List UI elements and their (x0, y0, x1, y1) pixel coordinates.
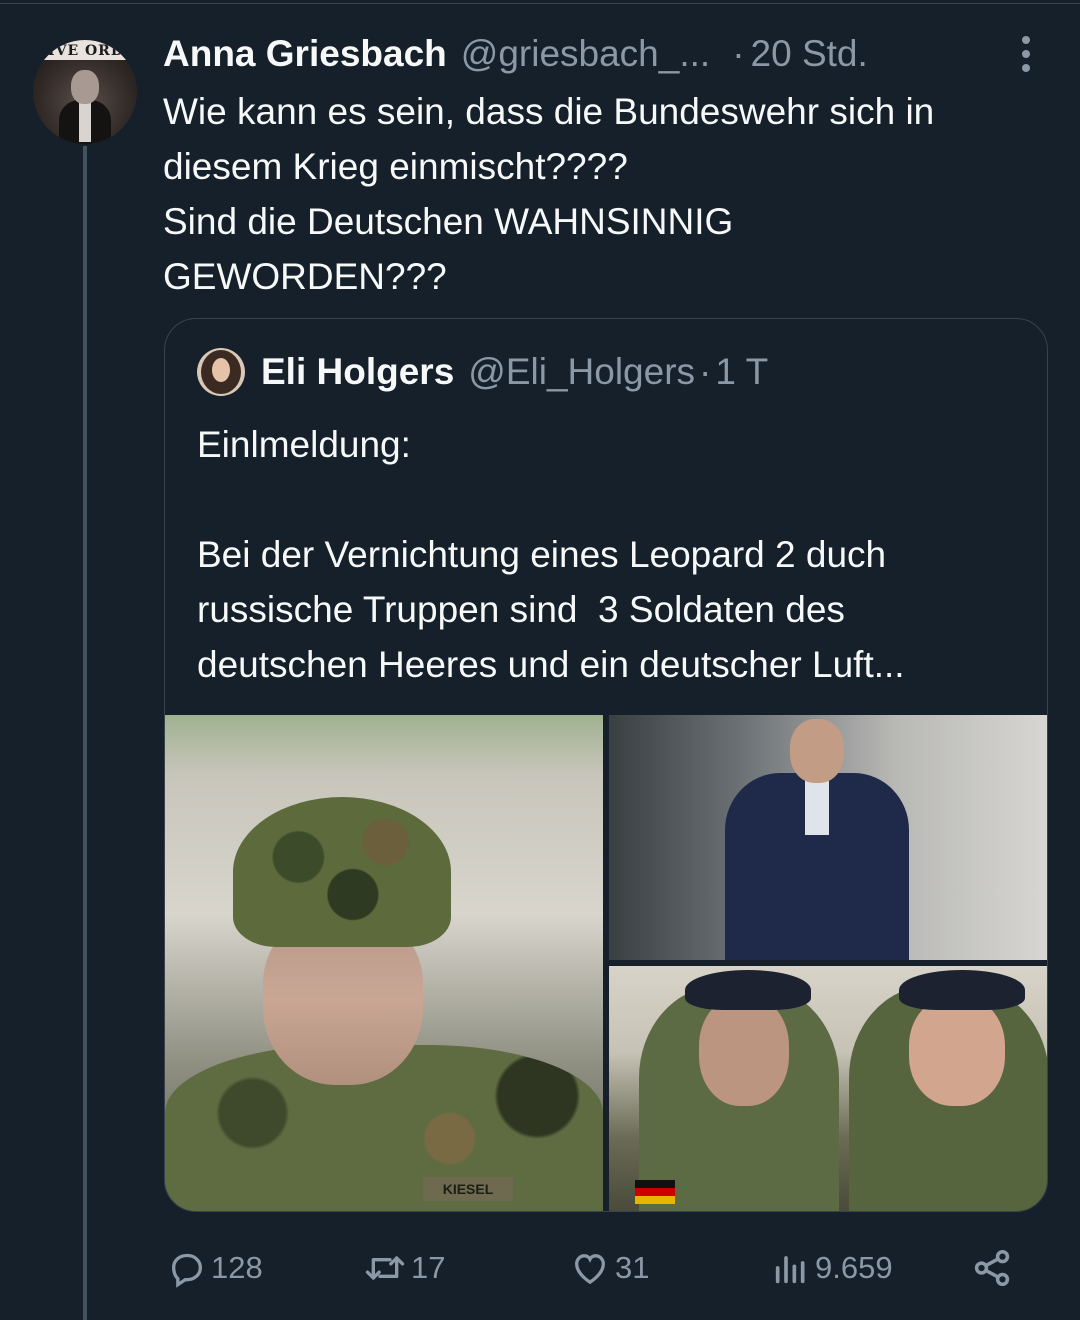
soldier-helmet (233, 797, 451, 947)
share-icon (971, 1247, 1013, 1289)
avatar-figure-head (71, 70, 99, 104)
quote-author-name: Eli Holgers (261, 351, 455, 392)
reply-button[interactable]: 128 (167, 1240, 263, 1296)
views-count: 9.659 (815, 1250, 893, 1285)
german-flag-patch (635, 1180, 675, 1204)
reply-count: 128 (211, 1250, 263, 1285)
quote-text-line: Bei der Vernichtung eines Leopard 2 duch (197, 534, 887, 575)
share-button[interactable] (971, 1240, 1013, 1296)
more-vertical-icon[interactable] (1008, 34, 1044, 74)
avatar-figure-shirt (79, 102, 91, 142)
quote-text-line: deutschen Heeres und ein deutscher Luft.… (197, 644, 905, 685)
quote-text-line: Einlmeldung: (197, 424, 411, 465)
author-handle[interactable]: @griesbach_... (461, 33, 710, 75)
media-image-two-soldiers[interactable] (609, 966, 1047, 1211)
repost-count: 17 (411, 1250, 446, 1285)
media-grid: KIESEL (165, 715, 1047, 1211)
tweet-header: Anna Griesbach @griesbach_... · 20 Std. (163, 30, 868, 78)
quote-time: 1 T (715, 351, 769, 392)
tweet-time[interactable]: 20 Std. (751, 33, 868, 75)
like-count: 31 (615, 1250, 650, 1285)
soldier-a-beret (685, 970, 811, 1010)
soldier-b-beret (899, 970, 1025, 1010)
quote-author-avatar (197, 348, 245, 396)
quote-time-separator: · (699, 351, 712, 392)
quote-avatar-face (212, 358, 230, 382)
time-separator: · (732, 33, 745, 74)
media-image-officer[interactable] (609, 715, 1047, 960)
reply-icon (167, 1248, 207, 1288)
avatar-banner-text: IVE ORD (43, 40, 129, 60)
tweet-text-line: diesem Krieg einmischt???? (163, 146, 628, 187)
tweet-text-line: Sind die Deutschen WAHNSINNIG (163, 201, 734, 242)
author-name[interactable]: Anna Griesbach (163, 33, 447, 75)
officer-head (790, 719, 844, 783)
quote-author-handle: @Eli_Holgers (468, 351, 696, 392)
like-button[interactable]: 31 (569, 1240, 649, 1296)
heart-icon (569, 1248, 611, 1288)
quote-text-line (197, 472, 1037, 527)
name-tag: KIESEL (423, 1177, 513, 1201)
repost-icon (363, 1248, 407, 1288)
quote-text: Einlmeldung: Bei der Vernichtung eines L… (197, 417, 1037, 692)
soldier-a-face (699, 996, 789, 1106)
repost-button[interactable]: 17 (363, 1240, 445, 1296)
tweet-text: Wie kann es sein, dass die Bundeswehr si… (163, 84, 1063, 304)
quoted-tweet-card[interactable]: Eli Holgers @Eli_Holgers · 1 T Einlmeldu… (164, 318, 1048, 1212)
quote-header: Eli Holgers @Eli_Holgers · 1 T (197, 347, 768, 397)
quote-text-line: russische Truppen sind 3 Soldaten des (197, 589, 845, 630)
thread-line (83, 146, 87, 1320)
author-avatar[interactable]: IVE ORD (33, 40, 137, 144)
tweet-text-line: GEWORDEN??? (163, 256, 447, 297)
tweet-text-line: Wie kann es sein, dass die Bundeswehr si… (163, 91, 935, 132)
action-bar: 128 17 31 9.659 (163, 1240, 1023, 1296)
views-button[interactable]: 9.659 (771, 1240, 893, 1296)
media-image-soldier-helmet[interactable]: KIESEL (165, 715, 603, 1211)
soldier-b-face (909, 996, 1005, 1106)
top-divider (0, 3, 1080, 4)
officer-shirt (805, 775, 829, 835)
views-chart-icon (771, 1248, 811, 1288)
